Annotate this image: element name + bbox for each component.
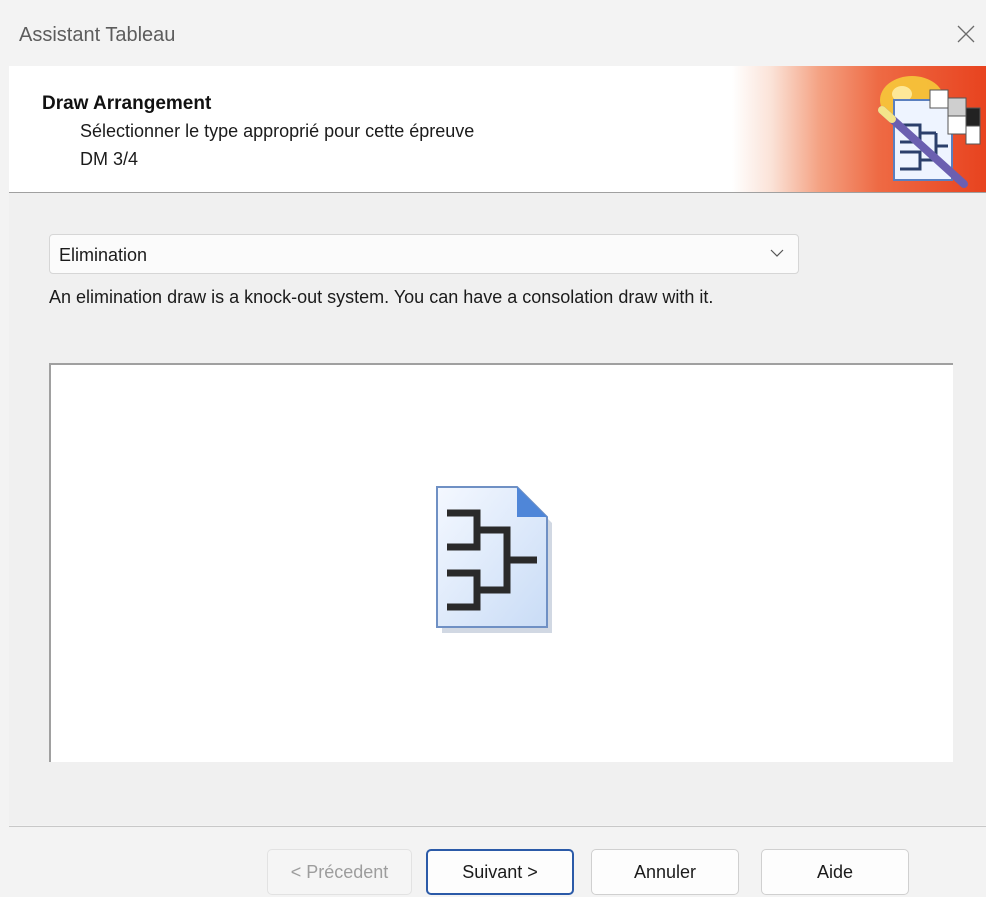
draw-preview-panel <box>49 363 953 762</box>
draw-type-description: An elimination draw is a knock-out syste… <box>49 287 714 307</box>
close-button[interactable] <box>946 14 986 54</box>
page-title: Draw Arrangement <box>42 93 212 114</box>
cancel-button[interactable]: Annuler <box>591 849 739 895</box>
title-bar: Assistant Tableau <box>0 0 986 66</box>
help-button[interactable]: Aide <box>761 849 909 895</box>
content-area: Elimination An elimination draw is a kno… <box>9 193 986 825</box>
page-subtitle: Sélectionner le type approprié pour cett… <box>80 121 475 141</box>
previous-button[interactable]: < Précedent <box>267 849 412 895</box>
elimination-bracket-document-icon <box>436 486 552 633</box>
wizard-header: Draw Arrangement Sélectionner le type ap… <box>9 66 986 193</box>
window-title: Assistant Tableau <box>19 24 176 46</box>
next-button[interactable]: Suivant > <box>426 849 574 895</box>
wizard-draw-logo-icon <box>878 76 981 188</box>
wizard-footer: < Précedent Suivant > Annuler Aide <box>9 827 986 897</box>
draw-type-value: Elimination <box>59 245 148 265</box>
chevron-down-icon <box>770 249 784 257</box>
draw-type-select[interactable]: Elimination <box>49 234 799 274</box>
close-icon <box>957 25 975 43</box>
event-name: DM 3/4 <box>80 149 139 169</box>
